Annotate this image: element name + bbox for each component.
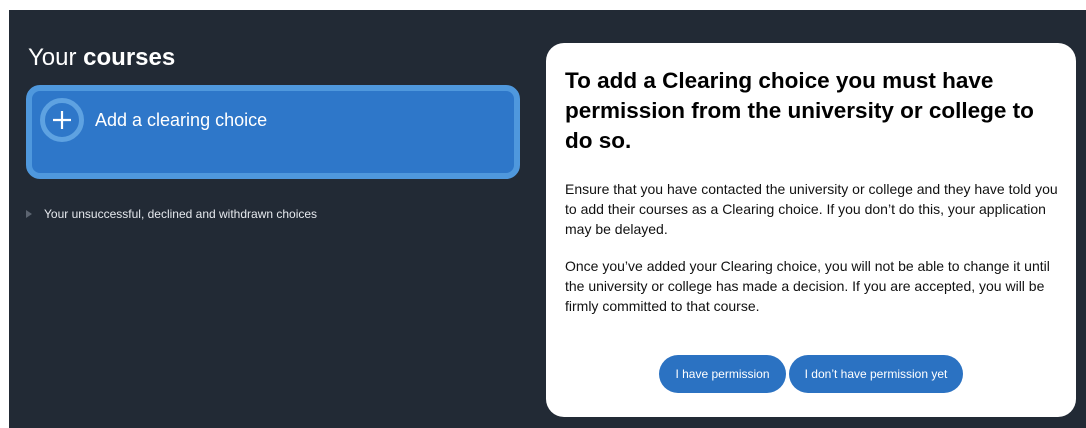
have-permission-button[interactable]: I have permission: [659, 355, 786, 393]
courses-heading-bold: courses: [83, 44, 176, 71]
unsuccessful-choices-toggle[interactable]: Your unsuccessful, declined and withdraw…: [26, 206, 317, 222]
dialog-title: To add a Clearing choice you must have p…: [565, 68, 1034, 153]
dialog-paragraph-2: Once you’ve added your Clearing choice, …: [565, 258, 1050, 314]
add-clearing-choice-button[interactable]: Add a clearing choice: [26, 85, 520, 179]
triangle-right-icon: [26, 210, 32, 218]
no-permission-yet-button[interactable]: I don’t have permission yet: [789, 355, 963, 393]
unsuccessful-choices-label: Your unsuccessful, declined and withdraw…: [44, 207, 318, 221]
courses-heading: Your courses: [28, 44, 175, 72]
add-clearing-choice-label: Add a clearing choice: [95, 110, 268, 130]
permission-dialog: To add a Clearing choice you must have p…: [546, 43, 1076, 417]
app-background: Your courses Add a clearing choice Your …: [9, 10, 1086, 428]
courses-heading-prefix: Your: [28, 44, 84, 71]
plus-circle-icon: [40, 98, 84, 142]
dialog-paragraph-1: Ensure that you have contacted the unive…: [565, 181, 1058, 237]
